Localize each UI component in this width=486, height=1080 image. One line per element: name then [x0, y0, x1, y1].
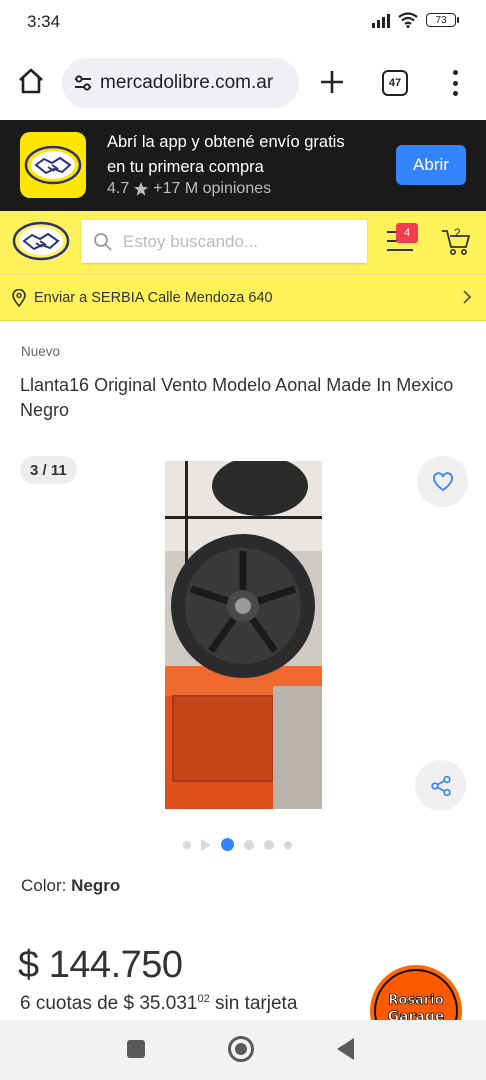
rating-score: 4.7 — [107, 180, 130, 197]
home-button[interactable] — [228, 1036, 254, 1062]
plus-icon — [321, 71, 343, 93]
search-input[interactable]: Estoy buscando... — [81, 220, 367, 263]
location-pin-icon — [12, 288, 26, 307]
installments-cents: 02 — [197, 993, 210, 1005]
new-tab-button[interactable] — [318, 68, 346, 96]
installments-info: 6 cuotas de $ 35.03102 sin tarjeta — [20, 993, 297, 1015]
search-icon — [94, 232, 112, 251]
browser-toolbar: mercadolibre.com.ar 47 — [0, 44, 486, 120]
recents-button[interactable] — [127, 1040, 145, 1058]
app-install-banner: Abrí la app y obtené envío gratis en tu … — [0, 120, 486, 211]
installments-suffix: sin tarjeta — [215, 993, 298, 1014]
search-placeholder: Estoy buscando... — [123, 231, 259, 251]
banner-rating: 4.7 +17 M opiniones — [107, 180, 271, 198]
chevron-right-icon — [463, 290, 472, 304]
site-settings-icon[interactable] — [72, 72, 94, 94]
banner-text: Abrí la app y obtené envío gratis en tu … — [107, 130, 345, 180]
status-bar: 3:34 73 — [0, 0, 486, 44]
handshake-logo-icon — [20, 132, 86, 198]
signal-icon — [372, 12, 390, 28]
back-button[interactable] — [337, 1038, 354, 1060]
location-text: Enviar a SERBIA Calle Mendoza 640 — [34, 289, 273, 306]
carousel-dot[interactable] — [183, 840, 191, 849]
color-label: Color: — [21, 876, 67, 895]
carousel-indicator — [183, 838, 292, 851]
favorite-button[interactable] — [417, 456, 468, 507]
installments-prefix: 6 cuotas de $ 35.031 — [20, 993, 198, 1014]
star-icon — [134, 182, 149, 196]
carousel-dot-active[interactable] — [221, 838, 234, 851]
open-app-button[interactable]: Abrir — [396, 145, 466, 185]
image-counter: 3 / 11 — [20, 456, 77, 484]
share-button[interactable] — [415, 760, 466, 811]
heart-icon — [432, 471, 453, 491]
svg-text:Rosario: Rosario — [388, 993, 443, 1008]
product-title: Llanta16 Original Vento Modelo Aonal Mad… — [20, 375, 454, 420]
system-navigation-bar — [0, 1020, 486, 1080]
banner-line2: en tu primera compra — [107, 158, 264, 176]
banner-line1: Abrí la app y obtené envío gratis — [107, 133, 345, 151]
home-icon[interactable] — [16, 66, 46, 96]
carousel-dot[interactable] — [264, 839, 274, 850]
address-bar[interactable]: mercadolibre.com.ar — [62, 58, 299, 108]
battery-icon: 73 — [426, 13, 459, 27]
status-time: 3:34 — [27, 12, 61, 31]
wifi-icon — [398, 12, 418, 28]
site-header: Estoy buscando... 4 2 Enviar a SERBIA Ca… — [0, 211, 486, 321]
reviews-count: +17 M opiniones — [153, 180, 272, 197]
product-price: $ 144.750 — [18, 944, 183, 986]
carousel-arrow-icon — [201, 838, 211, 851]
product-condition: Nuevo — [21, 344, 61, 359]
notification-badge: 4 — [396, 223, 418, 243]
tabs-button[interactable]: 47 — [382, 70, 408, 96]
carousel-dot[interactable] — [284, 840, 292, 849]
cart-count: 2 — [454, 226, 461, 240]
carousel-dot[interactable] — [244, 839, 254, 850]
share-icon — [430, 775, 451, 796]
status-icons: 73 — [372, 12, 459, 28]
mercadolibre-logo[interactable] — [12, 221, 70, 261]
more-icon[interactable] — [446, 70, 464, 96]
product-image[interactable] — [165, 461, 322, 809]
color-value: Negro — [71, 876, 121, 895]
shipping-location[interactable]: Enviar a SERBIA Calle Mendoza 640 — [0, 274, 486, 320]
url-text: mercadolibre.com.ar — [100, 72, 274, 93]
color-selection: Color: Negro — [21, 876, 120, 896]
